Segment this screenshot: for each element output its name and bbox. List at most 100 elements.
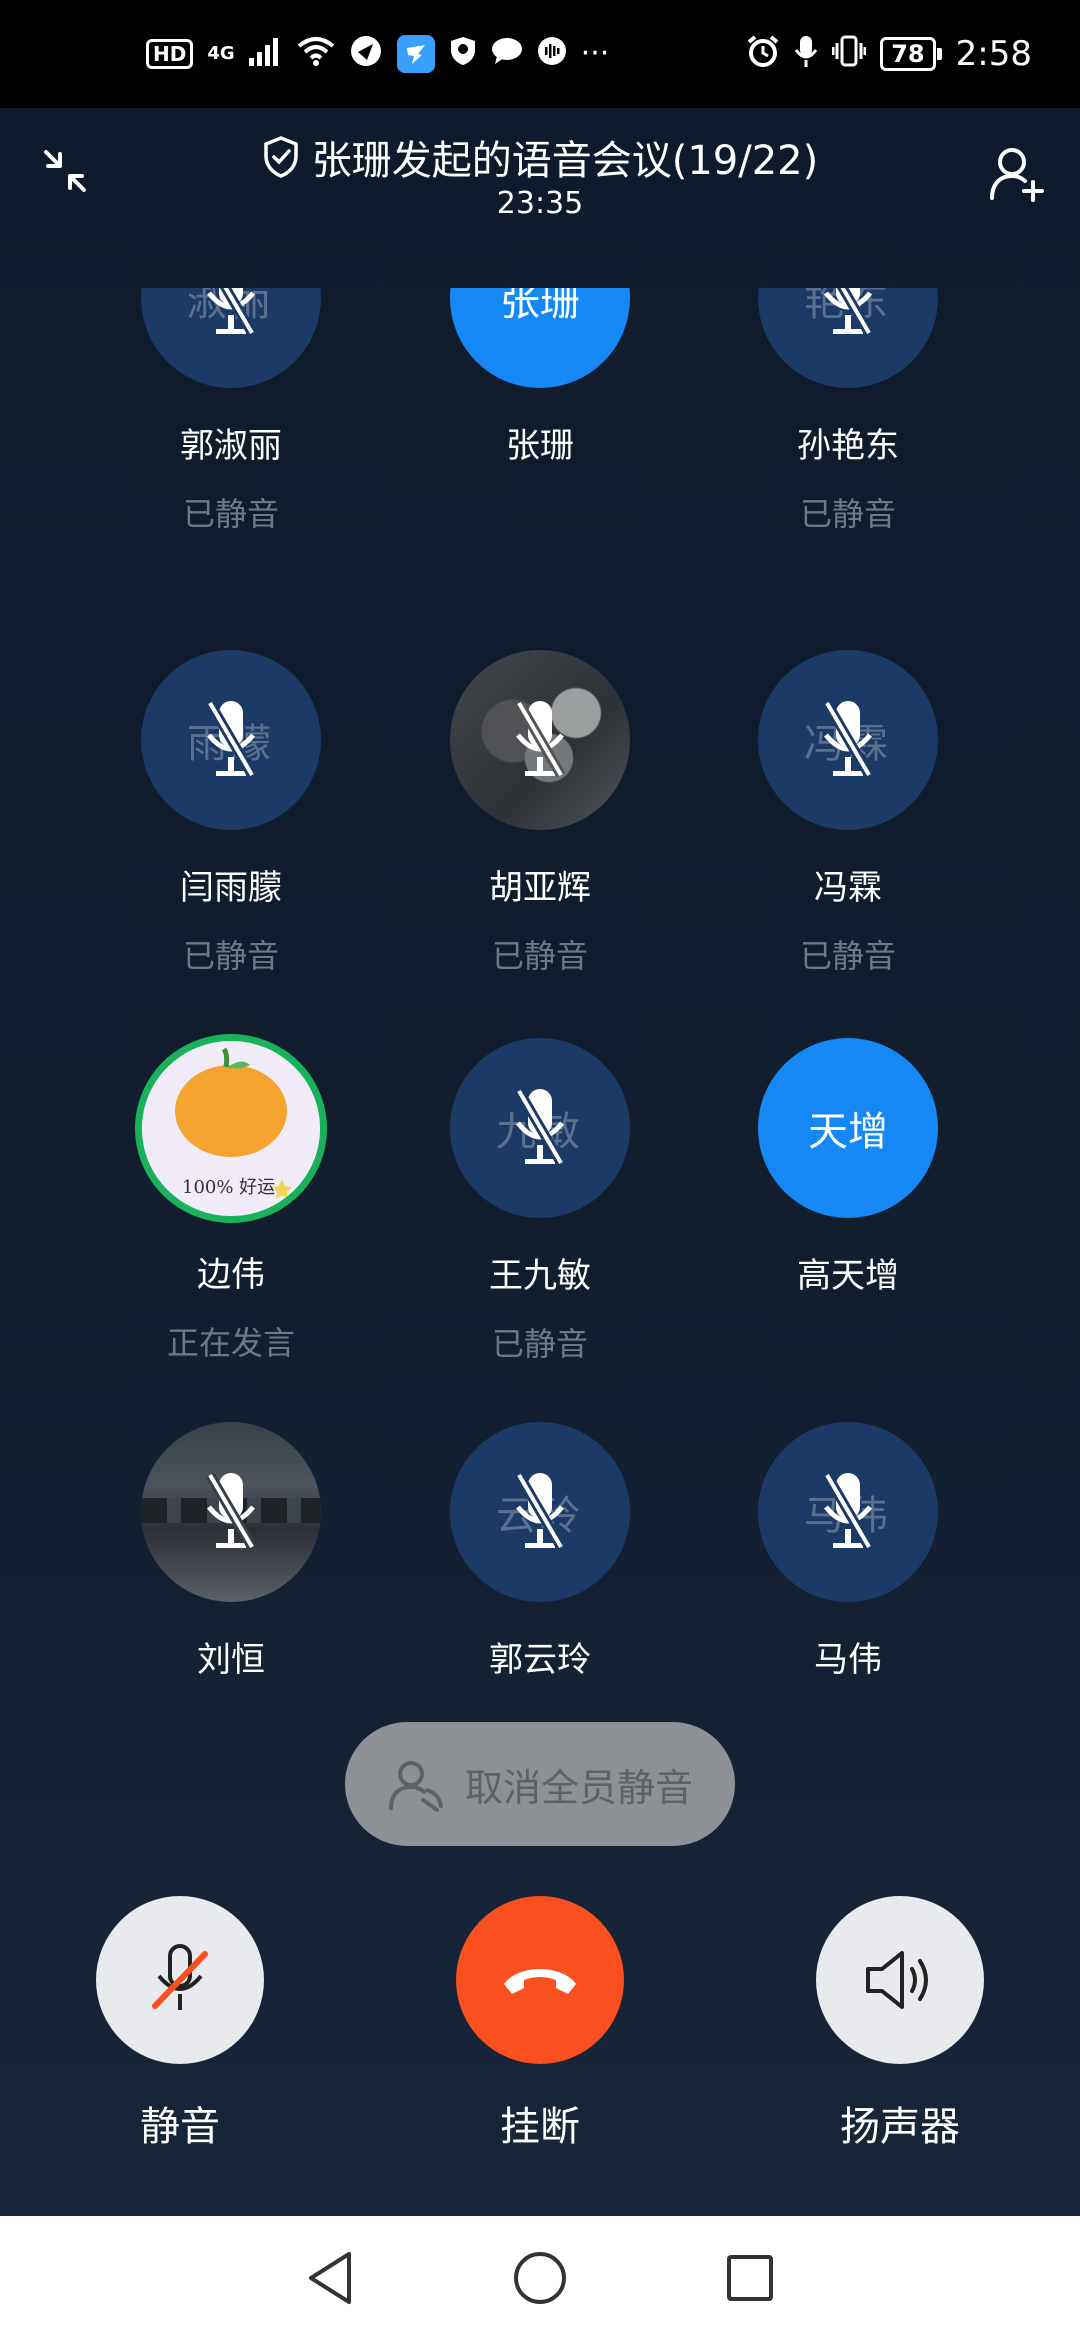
mute-control: 静音: [70, 1896, 290, 2152]
participant-name: 胡亚辉: [489, 868, 591, 908]
participant-tile[interactable]: 马伟 马伟: [698, 1422, 998, 1688]
chat-bubble-icon: [491, 36, 523, 72]
hangup-label: 挂断: [500, 2104, 580, 2150]
call-controls: 静音 挂断 扬声器: [0, 1896, 1080, 2156]
unmute-all-label: 取消全员静音: [464, 1765, 693, 1810]
app-notification-icon: [349, 34, 383, 74]
hangup-phone-icon: [504, 1969, 576, 1994]
mic-active-icon: [794, 34, 818, 74]
speaker-button[interactable]: [816, 1896, 984, 2064]
participant-status: 已静音: [799, 495, 896, 533]
participant-avatar: [141, 1422, 321, 1602]
participant-tile[interactable]: 九敏 王九敏 已静音: [390, 1038, 690, 1368]
mic-off-icon: [152, 1944, 208, 2010]
nav-back-button[interactable]: [295, 2243, 365, 2313]
participant-tile[interactable]: 云玲 郭云玲: [390, 1422, 690, 1688]
participant-name: 孙艳东: [797, 426, 899, 466]
participant-status: 已静音: [182, 495, 279, 533]
call-timer: 23:35: [496, 186, 584, 221]
participant-avatar: 艳东: [758, 288, 938, 388]
back-triangle-icon: [309, 2252, 351, 2304]
speaker-control: 扬声器: [790, 1896, 1010, 2152]
network-type: 4G: [207, 43, 235, 64]
hangup-button[interactable]: [456, 1896, 624, 2064]
orange-avatar-caption: 100% 好运: [182, 1177, 275, 1198]
participant-grid: 淑丽 郭淑丽 已静音 张珊 张珊 艳东 孙艳东 已静音 雨朦 闫雨朦 已静音: [0, 288, 1080, 1688]
participant-name: 高天增: [797, 1256, 899, 1296]
call-header: 张珊发起的语音会议(19/22) 23:35: [0, 108, 1080, 288]
participant-avatar: [450, 650, 630, 830]
dingtalk-icon: [396, 35, 435, 73]
participant-tile[interactable]: 刘恒: [81, 1422, 381, 1688]
participant-status: 已静音: [491, 1325, 588, 1363]
participant-avatar: 九敏: [450, 1038, 630, 1218]
call-title: 张珊发起的语音会议(19/22): [311, 138, 819, 184]
participant-name: 张珊: [506, 426, 574, 466]
mic-muted-icon: [514, 700, 566, 778]
participant-status: 已静音: [491, 937, 588, 975]
participant-avatar: 天增: [758, 1038, 938, 1218]
recents-square-icon: [727, 2255, 773, 2301]
participant-avatar: 100% 好运: [135, 1034, 327, 1223]
status-bar: HD 4G ··· 78 2:58: [0, 0, 1080, 108]
status-right: 78 2:58: [746, 34, 1032, 74]
mic-muted-icon: [824, 288, 874, 336]
participant-avatar: 淑丽: [141, 288, 321, 388]
participant-name: 郭云玲: [489, 1640, 591, 1680]
participant-tile[interactable]: 冯霖 冯霖 已静音: [698, 650, 998, 980]
participant-tile[interactable]: 淑丽 郭淑丽 已静音: [81, 288, 381, 618]
security-shield-icon: [449, 35, 477, 73]
participant-status-speaking: 正在发言: [166, 1324, 295, 1362]
participant-name: 刘恒: [197, 1640, 265, 1680]
shield-check-icon: [264, 136, 298, 178]
participant-name: 马伟: [814, 1640, 882, 1680]
nav-recents-button[interactable]: [715, 2243, 785, 2313]
mute-label: 静音: [140, 2104, 220, 2150]
participant-tile[interactable]: 张珊 张珊: [390, 288, 690, 618]
participant-name: 闫雨朦: [180, 868, 282, 908]
status-left: HD 4G ···: [146, 34, 609, 74]
mic-muted-icon: [514, 1472, 566, 1550]
hd-indicator: HD: [146, 39, 194, 69]
avatar-initials: 张珊: [500, 288, 580, 325]
alarm-icon: [746, 34, 780, 74]
add-participant-button[interactable]: [980, 136, 1056, 212]
speaker-icon: [866, 1951, 928, 2009]
mic-muted-icon: [514, 1088, 566, 1166]
participant-avatar: 马伟: [758, 1422, 938, 1602]
more-notifications-icon: ···: [580, 36, 610, 71]
hangup-control: 挂断: [430, 1896, 650, 2152]
participant-tile[interactable]: 艳东 孙艳东 已静音: [698, 288, 998, 618]
participant-avatar: 张珊: [450, 288, 630, 388]
avatar-initials: 天增: [808, 1109, 888, 1155]
participant-name: 王九敏: [489, 1256, 591, 1296]
participant-tile[interactable]: 天增 高天增: [698, 1038, 998, 1368]
unmute-all-button[interactable]: 取消全员静音: [345, 1722, 735, 1846]
signal-icon: [248, 36, 283, 72]
participant-tile[interactable]: 胡亚辉 已静音: [390, 650, 690, 980]
participant-name: 冯霖: [814, 868, 882, 908]
speaker-label: 扬声器: [840, 2104, 960, 2150]
participant-status: 已静音: [182, 937, 279, 975]
participant-tile[interactable]: 100% 好运 边伟 正在发言: [81, 1034, 381, 1364]
orange-avatar-image: 100% 好运: [142, 1041, 320, 1216]
participant-name: 郭淑丽: [180, 426, 282, 466]
participant-status: 已静音: [799, 937, 896, 975]
mic-muted-icon: [822, 1472, 874, 1550]
call-title-row: 张珊发起的语音会议(19/22): [0, 128, 1080, 186]
mic-muted-icon: [205, 1472, 257, 1550]
participant-avatar: 冯霖: [758, 650, 938, 830]
participant-tile[interactable]: 雨朦 闫雨朦 已静音: [81, 650, 381, 980]
home-circle-icon: [514, 2252, 566, 2304]
participant-avatar: 雨朦: [141, 650, 321, 830]
mic-muted-icon: [205, 700, 257, 778]
participant-name: 边伟: [197, 1255, 265, 1295]
mic-muted-icon: [822, 700, 874, 778]
mute-button[interactable]: [96, 1896, 264, 2064]
status-time: 2:58: [955, 34, 1032, 74]
participant-avatar: 云玲: [450, 1422, 630, 1602]
add-user-icon: [990, 148, 1044, 202]
system-nav-bar: [0, 2216, 1080, 2340]
battery-indicator: 78: [880, 36, 943, 72]
nav-home-button[interactable]: [505, 2243, 575, 2313]
